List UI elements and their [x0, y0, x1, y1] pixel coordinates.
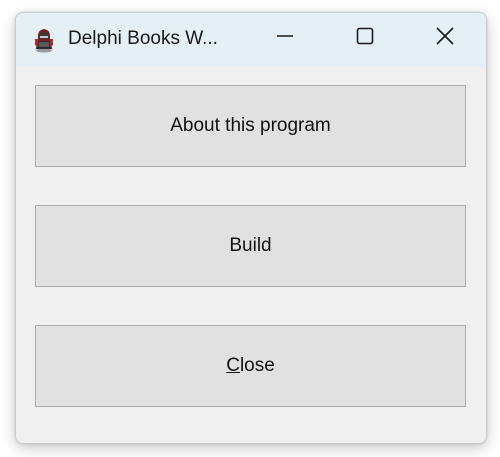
- delphi-helmet-icon: [32, 27, 56, 53]
- close-icon: [435, 26, 455, 51]
- app-window: Delphi Books W... About this program Bui…: [15, 12, 487, 444]
- build-button-label: Build: [229, 235, 272, 256]
- about-button[interactable]: About this program: [35, 85, 466, 167]
- close-label-rest: lose: [239, 355, 275, 376]
- close-button[interactable]: Close: [35, 325, 466, 407]
- maximize-icon: [355, 26, 375, 51]
- title-bar[interactable]: Delphi Books W...: [16, 13, 486, 67]
- close-button-label: Close: [226, 355, 275, 377]
- close-window-button[interactable]: [416, 13, 474, 63]
- minimize-icon: [275, 26, 295, 51]
- close-accelerator-key: C: [226, 355, 240, 376]
- maximize-button[interactable]: [336, 13, 394, 63]
- minimize-button[interactable]: [256, 13, 314, 63]
- about-button-label: About this program: [170, 115, 331, 136]
- window-title: Delphi Books W...: [68, 28, 218, 49]
- build-button[interactable]: Build: [35, 205, 466, 287]
